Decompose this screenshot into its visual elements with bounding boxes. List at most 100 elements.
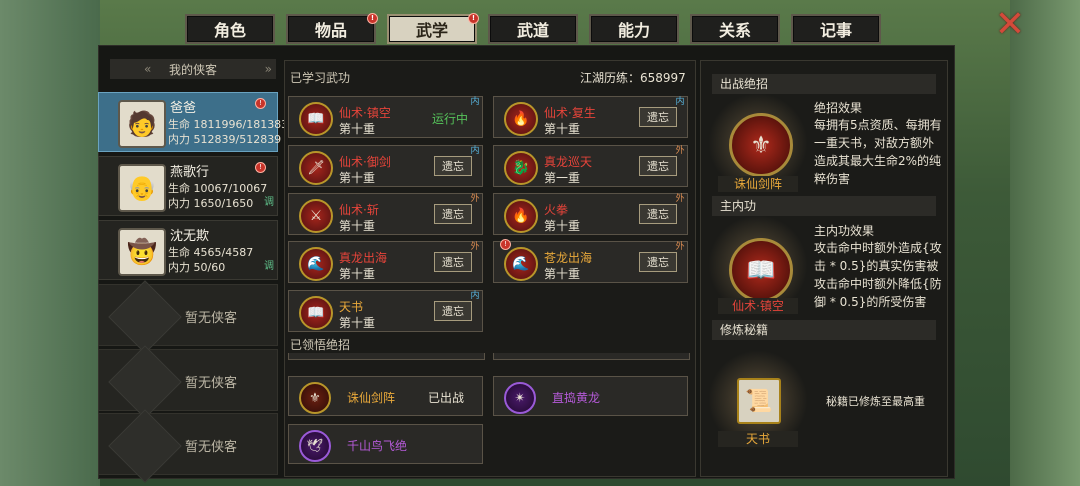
skill-name: 仙术·御剑 [339, 155, 391, 169]
skill-level: 第十重 [544, 267, 581, 281]
skill-level: 第十重 [339, 122, 376, 136]
ultimate-card[interactable]: ✴ 直捣黄龙 [493, 376, 688, 416]
adjust-marker[interactable]: 调 [264, 257, 274, 272]
hero-mp: 内力 50/60 [168, 261, 226, 274]
ultimate-card[interactable]: 🕊 千山鸟飞绝 [288, 424, 483, 464]
skill-type-tag: 内 [675, 96, 685, 107]
sword-icon: 🗡 [299, 151, 333, 185]
background-left [0, 0, 100, 486]
manual-status: 秘籍已修炼至最高重 [826, 395, 925, 408]
skill-card[interactable]: 📖 仙术·镇空 第十重 运行中 内 [288, 96, 483, 138]
notification-badge: ! [255, 162, 266, 173]
ultimate-name: 诛仙剑阵 [347, 391, 396, 405]
tab-character[interactable]: 角色 [185, 14, 275, 44]
background-right [1010, 0, 1080, 486]
hero-hp: 生命 4565/4587 [168, 246, 254, 259]
hero-mp: 内力 512839/512839 [168, 133, 282, 146]
skill-type-tag: 外 [675, 193, 685, 204]
skill-card[interactable]: 🔥 仙术·复生 第十重 遗忘 内 [493, 96, 688, 138]
slash-icon: ⚔ [299, 199, 333, 233]
skill-type-tag: 外 [470, 241, 480, 252]
chevron-right-icon[interactable]: » [265, 62, 272, 76]
skill-name: 仙术·斩 [339, 203, 379, 217]
skill-level: 第十重 [339, 219, 376, 233]
notification-badge: ! [500, 239, 511, 250]
wave-icon: 🌊 [299, 247, 333, 281]
ultimate-card[interactable]: ⚜ 诛仙剑阵 已出战 [288, 376, 483, 416]
adjust-marker[interactable]: 调 [264, 193, 274, 208]
forget-button[interactable]: 遗忘 [434, 252, 472, 272]
skill-name: 仙术·复生 [544, 106, 596, 120]
tab-relations[interactable]: 关系 [690, 14, 780, 44]
hero-card-1[interactable]: 👴 燕歌行 ! 生命 10067/10067 内力 1650/1650 调 [98, 156, 278, 216]
forget-button[interactable]: 遗忘 [639, 252, 677, 272]
main-inner-name: 仙术·镇空 [718, 298, 798, 314]
forget-button[interactable]: 遗忘 [434, 156, 472, 176]
tab-martial-arts[interactable]: 武学! [387, 13, 479, 44]
tab-label: 武道 [516, 21, 549, 40]
hero-card-2[interactable]: 🤠 沈无欺 生命 4565/4587 内力 50/60 调 [98, 220, 278, 280]
forget-button[interactable]: 遗忘 [639, 204, 677, 224]
forget-button[interactable]: 遗忘 [434, 301, 472, 321]
forget-button[interactable]: 遗忘 [639, 156, 677, 176]
empty-slot[interactable]: 暂无侠客 [98, 280, 278, 354]
tab-label: 物品 [314, 21, 347, 40]
hero-card-0[interactable]: 🧑 爸爸 ! 生命 1811996/1813837 内力 512839/5128… [98, 92, 295, 152]
skill-card[interactable]: 🔥 火拳 第十重 遗忘 外 [493, 193, 688, 235]
party-title: 我的侠客 [168, 62, 217, 77]
silhouette-icon [108, 345, 182, 419]
notification-badge: ! [468, 13, 479, 24]
skill-card[interactable]: 🐉 真龙巡天 第一重 遗忘 外 [493, 145, 688, 187]
scrolled-card-edge [288, 353, 485, 360]
skill-card[interactable]: ⚔ 仙术·斩 第十重 遗忘 外 [288, 193, 483, 235]
skill-type-tag: 内 [470, 290, 480, 301]
skill-name: 真龙巡天 [544, 155, 593, 169]
skill-level: 第十重 [544, 122, 581, 136]
tab-label: 角色 [213, 21, 246, 40]
notification-badge: ! [255, 98, 266, 109]
tab-label: 关系 [718, 21, 751, 40]
ultimate-status: 已出战 [427, 391, 464, 405]
close-x-icon[interactable]: ✕ [992, 7, 1028, 43]
skill-card[interactable]: 🌊 真龙出海 第十重 遗忘 外 [288, 241, 483, 283]
tab-journal[interactable]: 记事 [791, 14, 881, 44]
chevron-left-icon[interactable]: « [144, 62, 151, 76]
effect-description: 每拥有5点资质、每拥有一重天书，对敌方额外造成其最大生命2%的纯粹伤害 [814, 118, 942, 186]
empty-label: 暂无侠客 [185, 376, 238, 391]
sword-array-icon: ⚜ [299, 382, 331, 414]
tab-label: 能力 [617, 21, 650, 40]
party-header: « 我的侠客 » [110, 59, 276, 79]
hero-mp: 内力 1650/1650 [168, 197, 254, 210]
effect-title: 主内功效果 [814, 224, 875, 238]
book-icon: 📖 [729, 238, 793, 302]
silhouette-icon [108, 409, 182, 483]
effect-description: 攻击命中时额外造成{攻击 * 0.5}的真实伤害被攻击命中时额外降低{防御 * … [814, 241, 942, 309]
skill-level: 第十重 [544, 219, 581, 233]
tab-items[interactable]: 物品! [286, 13, 378, 44]
flame-icon: 🔥 [504, 102, 538, 136]
tab-martial-way[interactable]: 武道 [488, 14, 578, 44]
tab-abilities[interactable]: 能力 [589, 14, 679, 44]
forget-button[interactable]: 遗忘 [434, 204, 472, 224]
skill-card[interactable]: 📖 天书 第十重 遗忘 内 [288, 290, 483, 332]
forget-button[interactable]: 遗忘 [639, 107, 677, 127]
book-icon: 📖 [299, 296, 333, 330]
skill-card[interactable]: ! 🌊 苍龙出海 第十重 遗忘 外 [493, 239, 688, 283]
empty-label: 暂无侠客 [185, 311, 238, 326]
ultimate-name: 千山鸟飞绝 [347, 439, 408, 453]
skill-level: 第一重 [544, 171, 581, 185]
hat-portrait-icon: 🤠 [118, 228, 166, 276]
skill-card[interactable]: 🗡 仙术·御剑 第十重 遗忘 内 [288, 145, 483, 187]
empty-slot[interactable]: 暂无侠客 [98, 409, 278, 483]
empty-slot[interactable]: 暂无侠客 [98, 345, 278, 419]
battle-ultimate-header: 出战绝招 [712, 74, 936, 94]
skill-type-tag: 外 [470, 193, 480, 204]
tab-label: 武学 [415, 21, 448, 40]
hero-hp: 生命 1811996/1813837 [168, 118, 296, 131]
scroll-icon: 📜 [737, 378, 781, 424]
fire-fist-icon: 🔥 [504, 199, 538, 233]
ultimate-name: 直捣黄龙 [552, 391, 601, 405]
manual-header: 修炼秘籍 [712, 320, 936, 340]
hero-portrait-icon: 🧑 [118, 100, 166, 148]
notification-badge: ! [367, 13, 378, 24]
